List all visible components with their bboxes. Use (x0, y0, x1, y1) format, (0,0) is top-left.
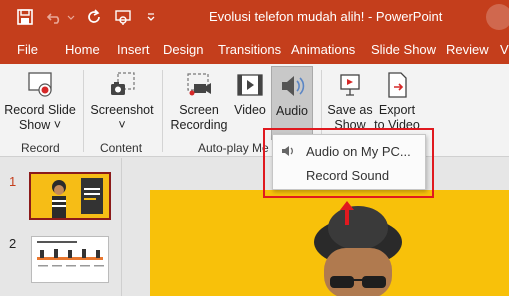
group-label-autoplay: Auto-play Me (198, 141, 269, 155)
audio-label: Audio (276, 104, 308, 118)
account-avatar[interactable] (486, 4, 509, 30)
tab-review[interactable]: Review (446, 42, 489, 57)
tab-view[interactable]: V (500, 42, 509, 57)
title-bar: Evolusi telefon mudah alih! - PowerPoint (0, 0, 509, 34)
tab-design[interactable]: Design (163, 42, 203, 57)
record-slide-show-icon (28, 72, 52, 97)
screen-recording-button[interactable]: Screen Recording (168, 66, 230, 140)
slide-thumbnail-1[interactable] (29, 172, 111, 220)
screen-recording-label-1: Screen (179, 103, 219, 117)
slide-thumbnail-2[interactable] (31, 236, 109, 283)
tab-animations[interactable]: Animations (291, 42, 355, 57)
export-to-video-label-1: Export (378, 103, 416, 117)
undo-dropdown-icon[interactable] (67, 8, 75, 26)
record-slide-show-label-1: Record Slide (4, 103, 76, 117)
group-label-content: Content (100, 141, 143, 155)
highlight-annotation-box (263, 128, 434, 198)
present-from-start-icon[interactable] (114, 8, 132, 26)
speaker-icon (282, 76, 305, 96)
export-to-video-icon (388, 72, 407, 98)
window-title: Evolusi telefon mudah alih! - PowerPoint (209, 9, 443, 24)
slide-thumbnails-pane: 1 2 (0, 158, 122, 296)
redo-icon[interactable] (85, 8, 103, 26)
screenshot-label-1: Screenshot (90, 103, 154, 117)
group-separator (83, 70, 84, 152)
screen-recording-icon (187, 73, 211, 96)
tab-insert[interactable]: Insert (117, 42, 150, 57)
arrow-up-icon (340, 201, 354, 225)
video-icon (237, 74, 263, 96)
slide-photo (150, 190, 509, 296)
save-icon[interactable] (16, 8, 34, 26)
tab-transitions[interactable]: Transitions (218, 42, 281, 57)
screenshot-button[interactable]: Screenshot ˅ (88, 66, 156, 140)
customize-qat-icon[interactable] (146, 8, 156, 26)
group-separator (162, 70, 163, 152)
screenshot-label-2: ˅ (118, 118, 126, 132)
slide-number-1: 1 (9, 174, 17, 189)
save-as-show-label-1: Save as (327, 103, 373, 117)
slide-1-preview (31, 174, 109, 218)
screenshot-icon (111, 72, 135, 95)
ribbon-tabs: File Home Insert Design Transitions Anim… (0, 34, 509, 64)
record-slide-show-label-2: Show ˅ (18, 118, 62, 132)
tab-home[interactable]: Home (65, 42, 100, 57)
tab-file[interactable]: File (17, 42, 38, 57)
undo-icon[interactable] (46, 8, 64, 26)
save-as-show-icon (340, 74, 360, 96)
slide-2-preview (32, 237, 108, 282)
slide-number-2: 2 (9, 236, 17, 251)
current-slide[interactable] (150, 190, 509, 296)
group-label-record: Record (21, 141, 60, 155)
tab-slide-show[interactable]: Slide Show (371, 42, 436, 57)
video-label: Video (234, 103, 266, 117)
screen-recording-label-2: Recording (170, 118, 228, 132)
record-slide-show-button[interactable]: Record Slide Show ˅ (2, 66, 78, 140)
